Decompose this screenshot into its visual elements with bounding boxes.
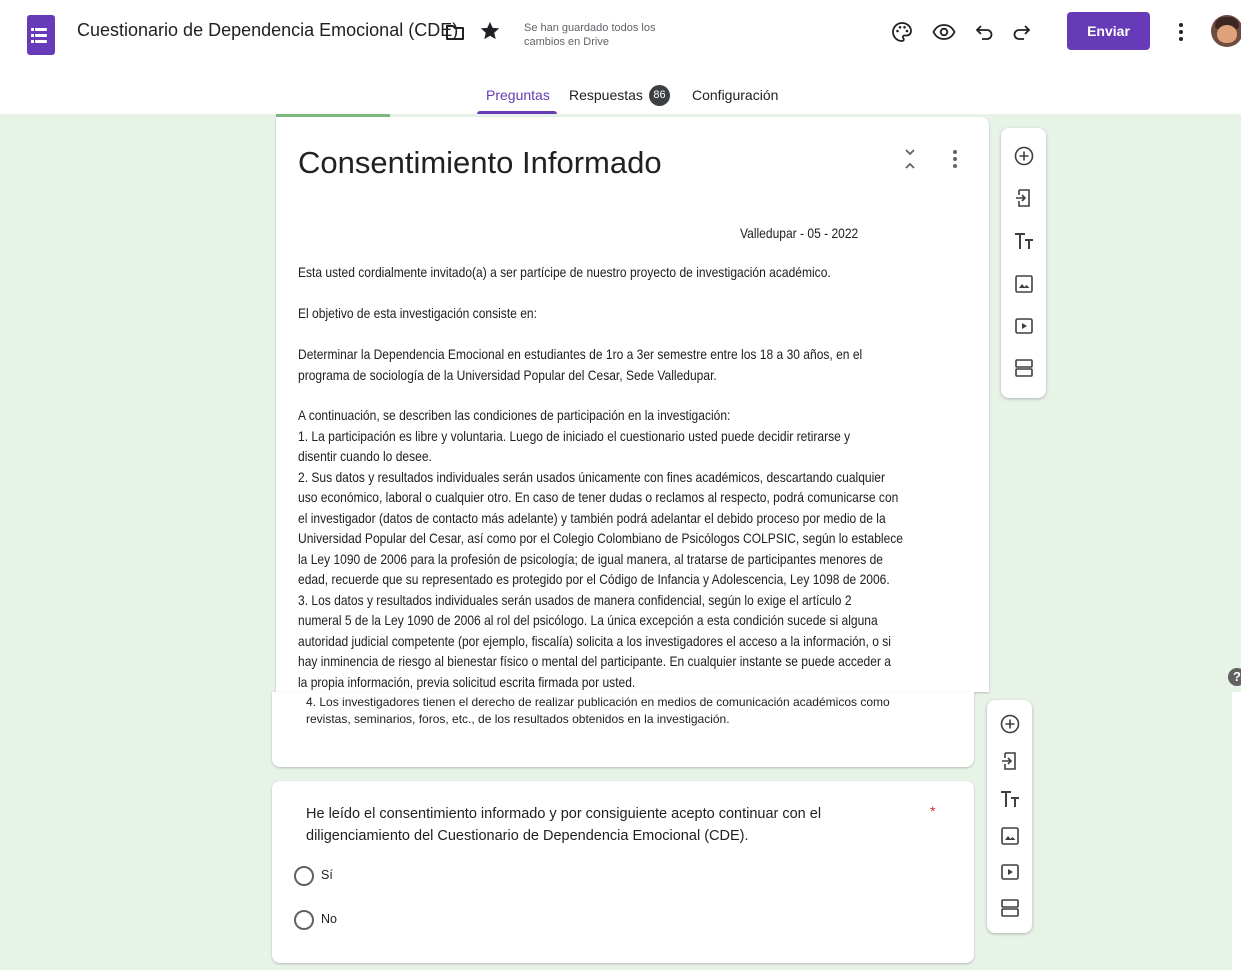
more-vert-icon[interactable] [1169,20,1193,44]
redo-icon[interactable] [1010,20,1034,44]
undo-icon[interactable] [972,20,996,44]
option-label-no: No [321,912,337,926]
tab-preguntas[interactable]: Preguntas [486,87,550,103]
option-label-si: Sí [321,868,333,882]
send-button[interactable]: Enviar [1067,12,1150,50]
add-section-icon[interactable] [1013,357,1035,379]
condition-line: 2. Sus datos y resultados individuales s… [298,468,885,485]
star-icon[interactable] [479,20,501,42]
add-question-icon[interactable] [999,713,1021,735]
tab-configuracion[interactable]: Configuración [692,87,778,103]
tab-bar: Preguntas Respuestas 86 Configuración [0,80,1241,114]
responses-count-badge: 86 [649,85,670,106]
folder-icon[interactable] [445,22,465,42]
app-header: Cuestionario de Dependencia Emocional (C… [0,0,1241,66]
condition-line: hay inminencia de riesgo al bienestar fí… [298,653,891,669]
import-questions-icon[interactable] [1013,187,1035,209]
radio-no[interactable] [294,910,314,930]
section-date: Valledupar - 05 - 2022 [740,225,859,241]
help-icon[interactable]: ? [1228,668,1241,686]
condition-line: numeral 5 de la Ley 1090 de 2006 al rol … [298,612,878,628]
section-accent [276,114,390,117]
collapse-icon[interactable] [901,148,919,170]
add-video-icon[interactable] [1013,315,1035,337]
condition-line: edad, recuerde que su representado es pr… [298,571,890,587]
palette-icon[interactable] [890,20,914,44]
add-image-icon[interactable] [999,825,1021,847]
required-asterisk: * [930,803,936,819]
condition-line: Universidad Popular del Cesar, así como … [298,530,904,546]
section-more-icon[interactable] [943,147,967,171]
save-status: Se han guardado todos los cambios en Dri… [524,22,656,48]
tab-respuestas[interactable]: Respuestas [569,87,643,103]
form-title[interactable]: Cuestionario de Dependencia Emocional (C… [77,20,458,41]
objective-line: Determinar la Dependencia Emocional en e… [298,346,863,362]
condition-4-line: 4. Los investigadores tienen el derecho … [306,695,890,709]
section-intro: Esta usted cordialmente invitado(a) a se… [298,264,831,280]
objective-label: El objetivo de esta investigación consis… [298,305,537,321]
section-title[interactable]: Consentimiento Informado [298,145,662,181]
avatar[interactable] [1211,15,1241,47]
radio-si[interactable] [294,866,314,886]
condition-line: la propia información, previa solicitud … [298,673,636,690]
condition-line: uso económico, laboral o cualquier otro.… [298,489,899,505]
condition-line: la Ley 1090 de 2006 para la profesión de… [298,550,883,567]
condition-line: 3. Los datos y resultados individuales s… [298,591,852,608]
add-image-icon[interactable] [1013,273,1035,295]
forms-icon[interactable] [27,15,55,55]
condition-line: el investigador (datos de contacto más a… [298,509,886,526]
condition-line: disentir cuando lo desee. [298,448,432,464]
eye-icon[interactable] [932,20,956,44]
condition-line: A continuación, se describen las condici… [298,407,731,423]
import-questions-icon[interactable] [999,750,1021,772]
add-video-icon[interactable] [999,861,1021,883]
add-title-icon[interactable] [999,788,1021,810]
condition-line: 1. La participación es libre y voluntari… [298,427,851,444]
add-title-icon[interactable] [1013,230,1035,252]
question-text[interactable]: He leído el consentimiento informado y p… [306,803,866,847]
add-question-icon[interactable] [1013,145,1035,167]
condition-line: autoridad judicial competente (por ejemp… [298,632,891,649]
objective-line: programa de sociología de la Universidad… [298,367,717,383]
add-section-icon[interactable] [999,897,1021,919]
condition-4-line: revistas, seminarios, foros, etc., de lo… [306,712,730,726]
